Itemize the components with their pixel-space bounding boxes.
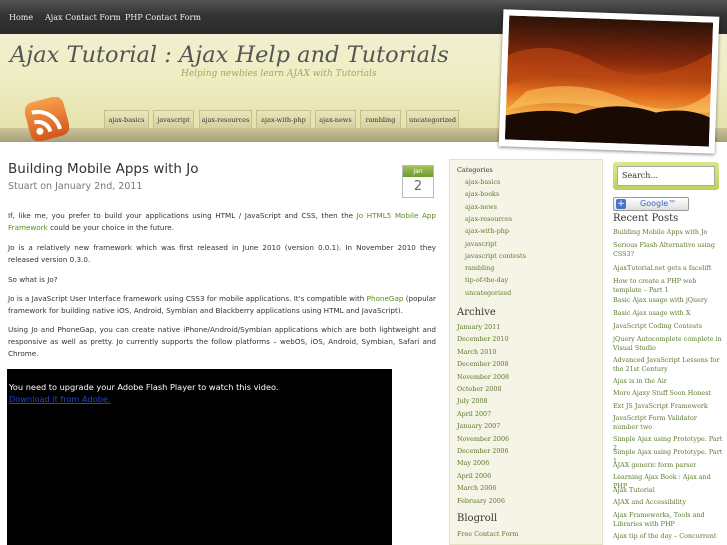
- category-link[interactable]: ajax-books: [465, 190, 499, 198]
- category-link[interactable]: ajax-news: [465, 203, 497, 211]
- archive-link[interactable]: January 2011: [457, 323, 500, 331]
- site-title[interactable]: Ajax Tutorial : Ajax Help and Tutorials: [10, 42, 449, 68]
- tab-ajax-basics[interactable]: ajax-basics: [104, 110, 149, 128]
- nav-home-link[interactable]: Home: [9, 13, 33, 22]
- recent-post-link[interactable]: jQuery Autocomplete complete in Visual S…: [613, 335, 723, 353]
- recent-post-link[interactable]: AJAX and Accessibility: [613, 498, 723, 507]
- recent-post-link[interactable]: Ext JS JavaScript Framework: [613, 402, 723, 411]
- recent-post-link[interactable]: AJAX generic form parser: [613, 461, 723, 470]
- calendar-month: Jan: [403, 166, 433, 177]
- plus-icon: +: [616, 199, 626, 209]
- recent-posts-heading: Recent Posts: [613, 213, 679, 224]
- text: If, like me, you prefer to build your ap…: [8, 211, 357, 220]
- recent-post-link[interactable]: Serious Flash Alternative using CSS3?: [613, 241, 723, 259]
- recent-post-link[interactable]: More Ajaxy Stuff Soon Honest: [613, 389, 723, 398]
- google-search-button[interactable]: + Google™: [613, 197, 689, 211]
- flash-video-placeholder[interactable]: You need to upgrade your Adobe Flash Pla…: [7, 369, 392, 545]
- sunset-photo: [504, 15, 714, 147]
- category-link[interactable]: javascript contests: [465, 252, 526, 260]
- archive-link[interactable]: November 2008: [457, 373, 509, 381]
- archive-link[interactable]: March 2010: [457, 348, 496, 356]
- category-link[interactable]: ajax-basics: [465, 178, 500, 186]
- tab-ajax-with-php[interactable]: ajax-with-php: [256, 110, 311, 128]
- recent-post-link[interactable]: Building Mobile Apps with Jo: [613, 228, 723, 237]
- category-link[interactable]: rambling: [465, 264, 494, 272]
- post-title[interactable]: Building Mobile Apps with Jo: [8, 161, 199, 177]
- header-photo-frame: [498, 9, 720, 154]
- category-link[interactable]: ajax-resources: [465, 215, 512, 223]
- phonegap-link[interactable]: PhoneGap: [367, 294, 404, 303]
- category-link[interactable]: tip-of-the-day: [465, 276, 508, 284]
- recent-post-link[interactable]: Ajax tip of the day – Concurrent: [613, 532, 723, 541]
- recent-post-link[interactable]: Ajax Frameworks, Tools and Libraries wit…: [613, 511, 723, 529]
- tab-javascript[interactable]: javascript: [153, 110, 194, 128]
- archive-link[interactable]: May 2006: [457, 459, 489, 467]
- archive-link[interactable]: July 2008: [457, 397, 488, 405]
- recent-post-link[interactable]: JavaScript Coding Contests: [613, 322, 723, 331]
- google-label: Google™: [640, 199, 677, 208]
- category-link[interactable]: javascript: [465, 240, 497, 248]
- category-link[interactable]: uncategorized: [465, 289, 511, 297]
- flash-upgrade-message: You need to upgrade your Adobe Flash Pla…: [9, 382, 279, 392]
- recent-post-link[interactable]: Advanced JavaScript Lessons for the 21st…: [613, 356, 723, 374]
- recent-post-link[interactable]: AjaxTutorial.net gets a facelift: [613, 264, 723, 273]
- archive-heading: Archive: [457, 307, 496, 318]
- categories-heading: Categories: [457, 166, 493, 174]
- tab-uncategorized[interactable]: uncategorized: [406, 110, 459, 128]
- post-paragraph-4: Jo is a JavaScript User Interface framew…: [8, 293, 436, 317]
- flash-download-link[interactable]: Download it from Adobe.: [9, 394, 111, 404]
- recent-post-link[interactable]: JavaScript Form Validator number two: [613, 414, 723, 432]
- tab-ajax-news[interactable]: ajax-news: [315, 110, 356, 128]
- archive-link[interactable]: December 2006: [457, 447, 509, 455]
- post-date-calendar: Jan 2: [402, 165, 434, 198]
- recent-post-link[interactable]: Basic Ajax usage with X: [613, 309, 723, 318]
- calendar-day: 2: [413, 179, 423, 194]
- category-link[interactable]: ajax-with-php: [465, 227, 509, 235]
- recent-post-link[interactable]: Ajax Tutorial: [613, 486, 723, 495]
- tab-ajax-resources[interactable]: ajax-resources: [199, 110, 252, 128]
- search-box: Search...: [613, 162, 719, 190]
- text: Jo is a JavaScript User Interface framew…: [8, 294, 367, 303]
- archive-link[interactable]: January 2007: [457, 422, 500, 430]
- nav-php-contact-link[interactable]: PHP Contact Form: [125, 13, 201, 22]
- blogroll-item[interactable]: Free Contact Form: [457, 530, 519, 538]
- recent-post-link[interactable]: Basic Ajax usage with jQuery: [613, 296, 723, 305]
- archive-link[interactable]: October 2008: [457, 385, 501, 393]
- archive-link[interactable]: February 2006: [457, 497, 505, 505]
- post-paragraph-5: Using Jo and PhoneGap, you can create na…: [8, 325, 436, 358]
- archive-link[interactable]: April 2006: [457, 472, 491, 480]
- site-tagline: Helping newbies learn AJAX with Tutorial…: [181, 69, 377, 79]
- archive-link[interactable]: November 2006: [457, 435, 509, 443]
- archive-link[interactable]: March 2006: [457, 484, 496, 492]
- post-paragraph-3: So what is Jo?: [8, 275, 58, 284]
- text: could be your choice in the future.: [47, 223, 174, 232]
- tab-rambling[interactable]: rambling: [360, 110, 401, 128]
- post-paragraph-2: Jo is a relatively new framework which w…: [8, 243, 436, 264]
- search-input[interactable]: Search...: [617, 166, 715, 186]
- archive-link[interactable]: April 2007: [457, 410, 491, 418]
- recent-post-link[interactable]: How to create a PHP web template – Part …: [613, 277, 723, 295]
- rss-icon[interactable]: [25, 97, 69, 141]
- post-meta: Stuart on January 2nd, 2011: [8, 181, 143, 192]
- nav-ajax-contact-link[interactable]: Ajax Contact Form: [45, 13, 121, 22]
- recent-post-link[interactable]: Ajax is in the Air: [613, 377, 723, 386]
- archive-link[interactable]: December 2008: [457, 360, 509, 368]
- blogroll-heading: Blogroll: [457, 513, 498, 524]
- archive-link[interactable]: December 2010: [457, 335, 509, 343]
- post-paragraph-1: If, like me, you prefer to build your ap…: [8, 210, 436, 234]
